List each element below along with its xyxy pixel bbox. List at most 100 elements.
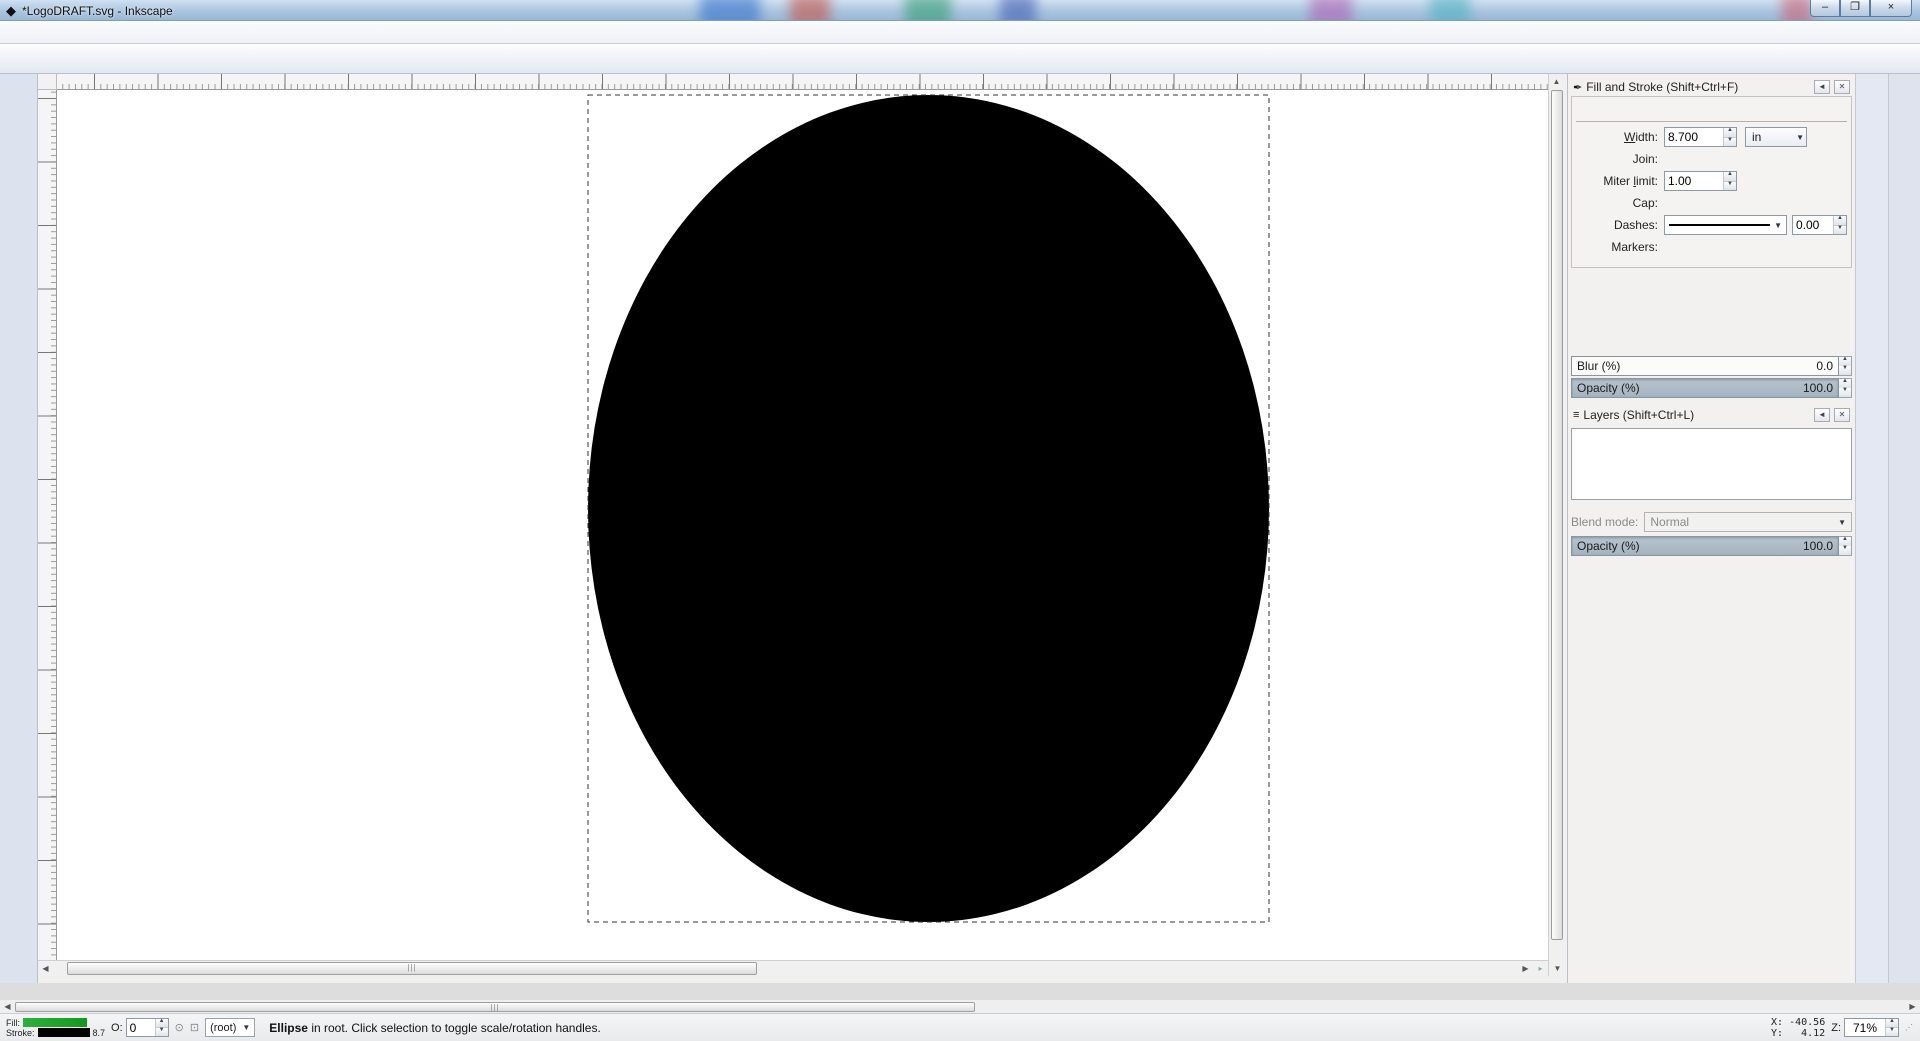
- stroke-width-field[interactable]: ▲▼: [1664, 127, 1737, 147]
- drawing-svg[interactable]: [57, 90, 1548, 960]
- dialog-dock: ✒ Fill and Stroke (Shift+Ctrl+F) ◄ ✕ Wid…: [1567, 74, 1855, 983]
- opacity-field-label: O:: [111, 1022, 123, 1034]
- restore-button[interactable]: ❐: [1840, 0, 1870, 17]
- palette-scrollbar[interactable]: ◀ ||| ▶: [0, 1000, 1920, 1013]
- status-message: Ellipse in root. Click selection to togg…: [261, 1021, 1765, 1035]
- stroke-width-spinner[interactable]: ▲▼: [1723, 128, 1736, 146]
- miter-limit-spinner[interactable]: ▲▼: [1723, 172, 1736, 190]
- close-button[interactable]: ×: [1870, 0, 1912, 17]
- desktop-blur: [700, 0, 760, 21]
- inkscape-app-icon: ◆: [6, 3, 16, 19]
- fill-stroke-header-icon: ✒: [1573, 81, 1582, 94]
- status-bar: Fill: Stroke: 8.7 O: ▲▼ ⊙ ⊡ (root)▼ Elli…: [0, 1013, 1920, 1041]
- zoom-field[interactable]: ▲▼: [1844, 1018, 1899, 1037]
- layer-opacity-label: Opacity (%): [1577, 539, 1640, 553]
- ruler-corner: [38, 74, 57, 90]
- layer-visibility-icon[interactable]: ⊙: [175, 1021, 184, 1034]
- horizontal-scrollbar[interactable]: ◀ ||| ▶ ▸: [38, 960, 1548, 976]
- cursor-coordinates: X: -40.56 Y: 4.12: [1771, 1017, 1825, 1039]
- inkscape-window: ◆ *LogoDRAFT.svg - Inkscape – ❐ × ▲ ▼ ◀: [0, 0, 1920, 1041]
- snap-controls-bar: [1888, 74, 1920, 983]
- selection-toolbar: [0, 44, 1920, 74]
- zoom-input[interactable]: [1845, 1019, 1885, 1036]
- blur-spinner[interactable]: ▲▼: [1839, 356, 1852, 376]
- fill-label: Fill:: [6, 1018, 20, 1028]
- desktop-blur: [1782, 0, 1812, 21]
- scroll-left-arrow[interactable]: ◀: [38, 962, 53, 976]
- menu-bar: [0, 21, 1920, 44]
- dash-offset-spinner[interactable]: ▲▼: [1833, 216, 1846, 234]
- green-pupil-ellipse[interactable]: [869, 373, 985, 637]
- miter-limit-field[interactable]: ▲▼: [1664, 171, 1737, 191]
- miter-limit-input[interactable]: [1665, 172, 1723, 190]
- palette-scroll-thumb[interactable]: |||: [15, 1002, 975, 1012]
- object-opacity-label: Opacity (%): [1577, 381, 1640, 395]
- miter-limit-label: Miter limit:: [1576, 174, 1664, 188]
- cap-label: Cap:: [1576, 196, 1664, 210]
- palette-scroll-left[interactable]: ◀: [0, 1000, 15, 1014]
- scroll-right-arrow[interactable]: ▶: [1518, 962, 1533, 976]
- color-palette: [0, 983, 1920, 1000]
- blur-label: Blur (%): [1577, 359, 1620, 373]
- fill-stroke-title: Fill and Stroke (Shift+Ctrl+F): [1586, 80, 1810, 94]
- current-layer-select[interactable]: (root)▼: [205, 1018, 255, 1037]
- layers-title: Layers (Shift+Ctrl+L): [1583, 408, 1810, 422]
- horizontal-scroll-thumb[interactable]: |||: [67, 962, 757, 975]
- vertical-ruler[interactable]: [38, 90, 57, 960]
- dash-solid-line: [1669, 224, 1770, 226]
- fill-stroke-tabs: [1576, 100, 1847, 122]
- object-opacity-slider[interactable]: Opacity (%) 100.0: [1571, 378, 1839, 398]
- dash-offset-input[interactable]: [1793, 216, 1833, 234]
- blend-mode-label: Blend mode:: [1571, 515, 1638, 529]
- desktop-blur: [905, 0, 951, 21]
- stroke-width-input[interactable]: [1665, 128, 1723, 146]
- desktop-blur: [790, 0, 830, 21]
- toolbox: [0, 74, 38, 983]
- fill-stroke-header: ✒ Fill and Stroke (Shift+Ctrl+F) ◄ ✕: [1571, 78, 1852, 96]
- layer-buttons: [1571, 504, 1852, 508]
- horizontal-ruler[interactable]: [57, 74, 1548, 90]
- dash-offset-field[interactable]: ▲▼: [1792, 215, 1847, 235]
- stroke-style-panel: Width: ▲▼ in▼ Join: Miter limit: ▲▼: [1571, 96, 1852, 268]
- dock-close-button[interactable]: ✕: [1834, 80, 1850, 94]
- opacity-spinner[interactable]: ▲▼: [155, 1019, 168, 1036]
- dock-collapse-button[interactable]: ◄: [1814, 80, 1830, 94]
- width-label: Width:: [1576, 130, 1664, 144]
- dash-pattern-select[interactable]: ▼: [1664, 215, 1787, 235]
- stroke-label: Stroke:: [6, 1028, 35, 1038]
- dashes-label: Dashes:: [1576, 218, 1664, 232]
- scroll-up-arrow[interactable]: ▲: [1549, 74, 1564, 88]
- stroke-width-unit-select[interactable]: in▼: [1745, 127, 1807, 147]
- zoom-label: Z:: [1831, 1022, 1841, 1034]
- stroke-color-swatch[interactable]: [38, 1028, 90, 1037]
- markers-label: Markers:: [1576, 240, 1664, 254]
- canvas[interactable]: [57, 90, 1548, 960]
- scroll-down-arrow[interactable]: ▼: [1550, 961, 1565, 975]
- desktop-blur: [1000, 0, 1036, 21]
- vertical-scroll-thumb[interactable]: [1551, 90, 1563, 940]
- blur-slider[interactable]: Blur (%) 0.0: [1571, 356, 1839, 376]
- vertical-scrollbar[interactable]: ▲ ▼: [1548, 74, 1564, 976]
- layer-opacity-slider[interactable]: Opacity (%) 100.0: [1571, 536, 1839, 556]
- object-opacity-spinner[interactable]: ▲▼: [1839, 378, 1852, 398]
- layers-list[interactable]: [1571, 428, 1852, 500]
- layers-close-button[interactable]: ✕: [1834, 408, 1850, 422]
- fill-color-swatch[interactable]: [23, 1018, 87, 1027]
- blend-mode-select[interactable]: Normal▼: [1644, 512, 1852, 532]
- layers-collapse-button[interactable]: ◄: [1814, 408, 1830, 422]
- layer-lock-icon[interactable]: ⊡: [190, 1021, 199, 1034]
- opacity-field[interactable]: ▲▼: [126, 1018, 169, 1037]
- cms-toggle-icon[interactable]: ▸: [1533, 962, 1548, 976]
- minimize-button[interactable]: –: [1810, 0, 1840, 17]
- opacity-input[interactable]: [127, 1019, 155, 1036]
- layer-opacity-spinner[interactable]: ▲▼: [1839, 536, 1852, 556]
- zoom-spinner[interactable]: ▲▼: [1885, 1019, 1898, 1036]
- join-label: Join:: [1576, 152, 1664, 166]
- title-bar: ◆ *LogoDRAFT.svg - Inkscape – ❐ ×: [0, 0, 1920, 21]
- resize-grip[interactable]: ⋰: [1905, 1023, 1914, 1032]
- layers-header: ≡ Layers (Shift+Ctrl+L) ◄ ✕: [1571, 406, 1852, 424]
- desktop-blur: [1430, 0, 1470, 21]
- layers-header-icon: ≡: [1573, 409, 1579, 421]
- window-title: *LogoDRAFT.svg - Inkscape: [22, 4, 173, 18]
- palette-scroll-right[interactable]: ▶: [1905, 1000, 1920, 1014]
